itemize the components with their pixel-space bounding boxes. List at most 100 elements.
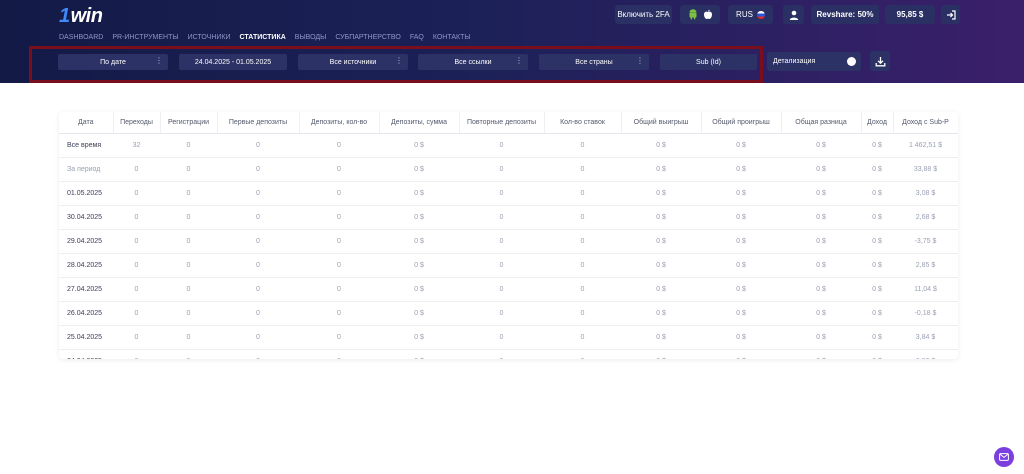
detalization-toggle[interactable]: Детализация [767, 52, 861, 71]
table-cell: 2,85 $ [893, 253, 958, 278]
table-cell: 0 [160, 133, 217, 158]
table-cell: 32 [113, 133, 160, 158]
user-icon [789, 10, 798, 20]
column-header[interactable]: Доход [861, 112, 894, 134]
column-header[interactable]: Кол-во ставок [544, 112, 622, 134]
column-header[interactable]: Дата [59, 112, 114, 134]
nav-statistics[interactable]: СТАТИСТИКА [240, 34, 286, 41]
column-header[interactable]: Депозиты, сумма [379, 112, 460, 134]
table-row: 28.04.2025 0 0 0 0 0 $0 0 0 $0 $0 $0 $2,85 $ [59, 253, 958, 278]
profile-button[interactable] [783, 5, 804, 24]
row-date-cell: 28.04.2025 [59, 253, 113, 278]
table-cell: 0 [544, 277, 621, 302]
column-header[interactable]: Первые депозиты [217, 112, 300, 134]
table-cell: 0 [113, 301, 160, 326]
table-cell: 0 $ [861, 181, 893, 206]
balance-badge[interactable]: 95,85 $ [885, 5, 935, 24]
table-cell: 0 [299, 157, 379, 182]
sub-id-select[interactable]: Sub (Id) [660, 54, 757, 70]
table-cell: 0 $ [861, 157, 893, 182]
table-cell: 0 [544, 205, 621, 230]
nav-dashboard[interactable]: DASHBOARD [59, 34, 103, 41]
table-cell: 0 [299, 253, 379, 278]
table-cell: 0 [160, 253, 217, 278]
table-cell: 0 [299, 349, 379, 359]
table-cell: 0 $ [781, 301, 861, 326]
nav-sources[interactable]: ИСТОЧНИКИ [188, 34, 231, 41]
logo-text: win [70, 5, 103, 27]
countries-select[interactable]: Все страны ⋮ [539, 54, 649, 70]
table-cell: 0 [299, 181, 379, 206]
group-by-select[interactable]: По дате ⋮ [58, 54, 168, 70]
logout-button[interactable] [941, 5, 960, 24]
column-header[interactable]: Переходы [113, 112, 161, 134]
russia-flag-icon [756, 10, 765, 19]
table-cell: 0 [217, 157, 299, 182]
links-label: Все ссылки [454, 58, 492, 66]
download-button[interactable] [870, 51, 890, 71]
enable-2fa-button[interactable]: Включить 2FA [615, 5, 672, 24]
table-cell: 0 [544, 133, 621, 158]
more-vertical-icon: ⋮ [636, 56, 644, 65]
table-cell: 0 [160, 349, 217, 359]
language-label: RUS [736, 10, 753, 19]
table-cell: 0 $ [621, 253, 701, 278]
table-cell: 0 [459, 277, 544, 302]
column-header[interactable]: Общий проигрыш [701, 112, 782, 134]
table-cell: 0 $ [781, 229, 861, 254]
table-cell: 0 [459, 181, 544, 206]
column-header[interactable]: Общая разница [781, 112, 862, 134]
nav-faq[interactable]: FAQ [410, 34, 424, 41]
table-cell: 0 [113, 229, 160, 254]
android-icon[interactable] [688, 9, 698, 20]
column-header[interactable]: Депозиты, кол-во [299, 112, 380, 134]
nav-pr-tools[interactable]: PR-ИНСТРУМЕНТЫ [112, 34, 178, 41]
date-range-picker[interactable]: 24.04.2025 - 01.05.2025 [179, 54, 287, 70]
table-cell: 0 [544, 181, 621, 206]
nav-contacts[interactable]: КОНТАКТЫ [433, 34, 471, 41]
table-cell: 0 [459, 349, 544, 359]
table-cell: 0 [113, 349, 160, 359]
table-cell: 0 $ [701, 301, 781, 326]
table-cell: 0 $ [621, 301, 701, 326]
enable-2fa-label: Включить 2FA [617, 10, 670, 19]
table-cell: 0 [217, 277, 299, 302]
table-cell: 0 $ [379, 229, 459, 254]
table-cell: 0 [160, 277, 217, 302]
apps-button[interactable] [680, 5, 720, 24]
language-selector[interactable]: RUS [728, 5, 773, 24]
chat-button[interactable] [994, 447, 1014, 467]
table-cell: 0 $ [701, 325, 781, 350]
logo[interactable]: 1 win [59, 5, 103, 27]
row-date-cell: 27.04.2025 [59, 277, 113, 302]
detalization-label: Детализация [773, 58, 816, 65]
table-cell: 0 [459, 229, 544, 254]
table-cell: 0 [299, 133, 379, 158]
table-cell: 0 [113, 157, 160, 182]
table-cell: 0 $ [621, 229, 701, 254]
table-cell: 0 $ [621, 205, 701, 230]
sub-id-label: Sub (Id) [696, 58, 721, 66]
group-by-label: По дате [100, 58, 126, 66]
table-cell: 2,68 $ [893, 205, 958, 230]
column-header[interactable]: Регистрации [160, 112, 218, 134]
table-cell: 0 $ [701, 253, 781, 278]
column-header[interactable]: Повторные депозиты [459, 112, 545, 134]
table-cell: 0 $ [781, 181, 861, 206]
nav-withdrawals[interactable]: ВЫВОДЫ [295, 34, 327, 41]
more-vertical-icon: ⋮ [515, 56, 523, 65]
apple-icon[interactable] [703, 9, 713, 20]
column-header[interactable]: Общий выигрыш [621, 112, 702, 134]
table-cell: 0 [217, 253, 299, 278]
nav-subpartnership[interactable]: СУБПАРТНЕРСТВО [335, 34, 401, 41]
table-cell: 11,04 $ [893, 277, 958, 302]
table-cell: 0 $ [379, 325, 459, 350]
column-header[interactable]: Доход с Sub-P [893, 112, 958, 134]
links-select[interactable]: Все ссылки ⋮ [418, 54, 528, 70]
table-cell: 0 $ [701, 133, 781, 158]
table-row: Все время 32 0 0 0 0 $0 0 0 $0 $0 $0 $1 462,51 … [59, 133, 958, 158]
sources-select[interactable]: Все источники ⋮ [298, 54, 408, 70]
table-cell: 0 $ [621, 157, 701, 182]
row-date-cell: Все время [59, 133, 113, 158]
table-cell: 0 [459, 253, 544, 278]
